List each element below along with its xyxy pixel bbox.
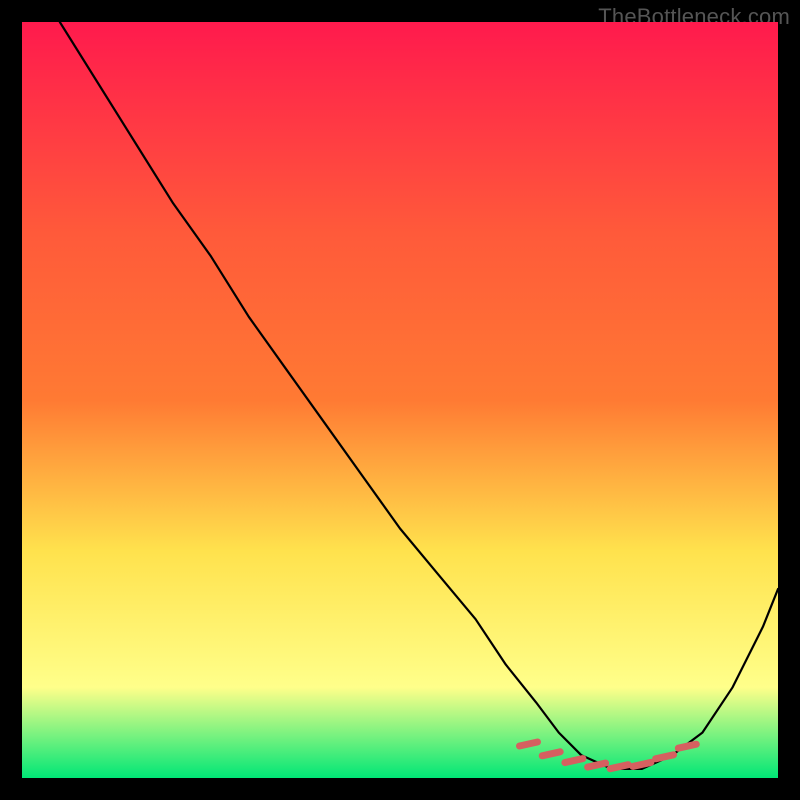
chart-frame: TheBottleneck.com [0,0,800,800]
marker-dash [610,765,628,769]
marker-dash [520,742,538,746]
gradient-background [22,22,778,778]
marker-dash [542,752,560,756]
bottleneck-chart [22,22,778,778]
marker-dash [633,762,651,766]
marker-dash [588,763,606,767]
marker-dash [565,759,583,763]
marker-dash [656,755,674,759]
marker-dash [678,744,696,748]
